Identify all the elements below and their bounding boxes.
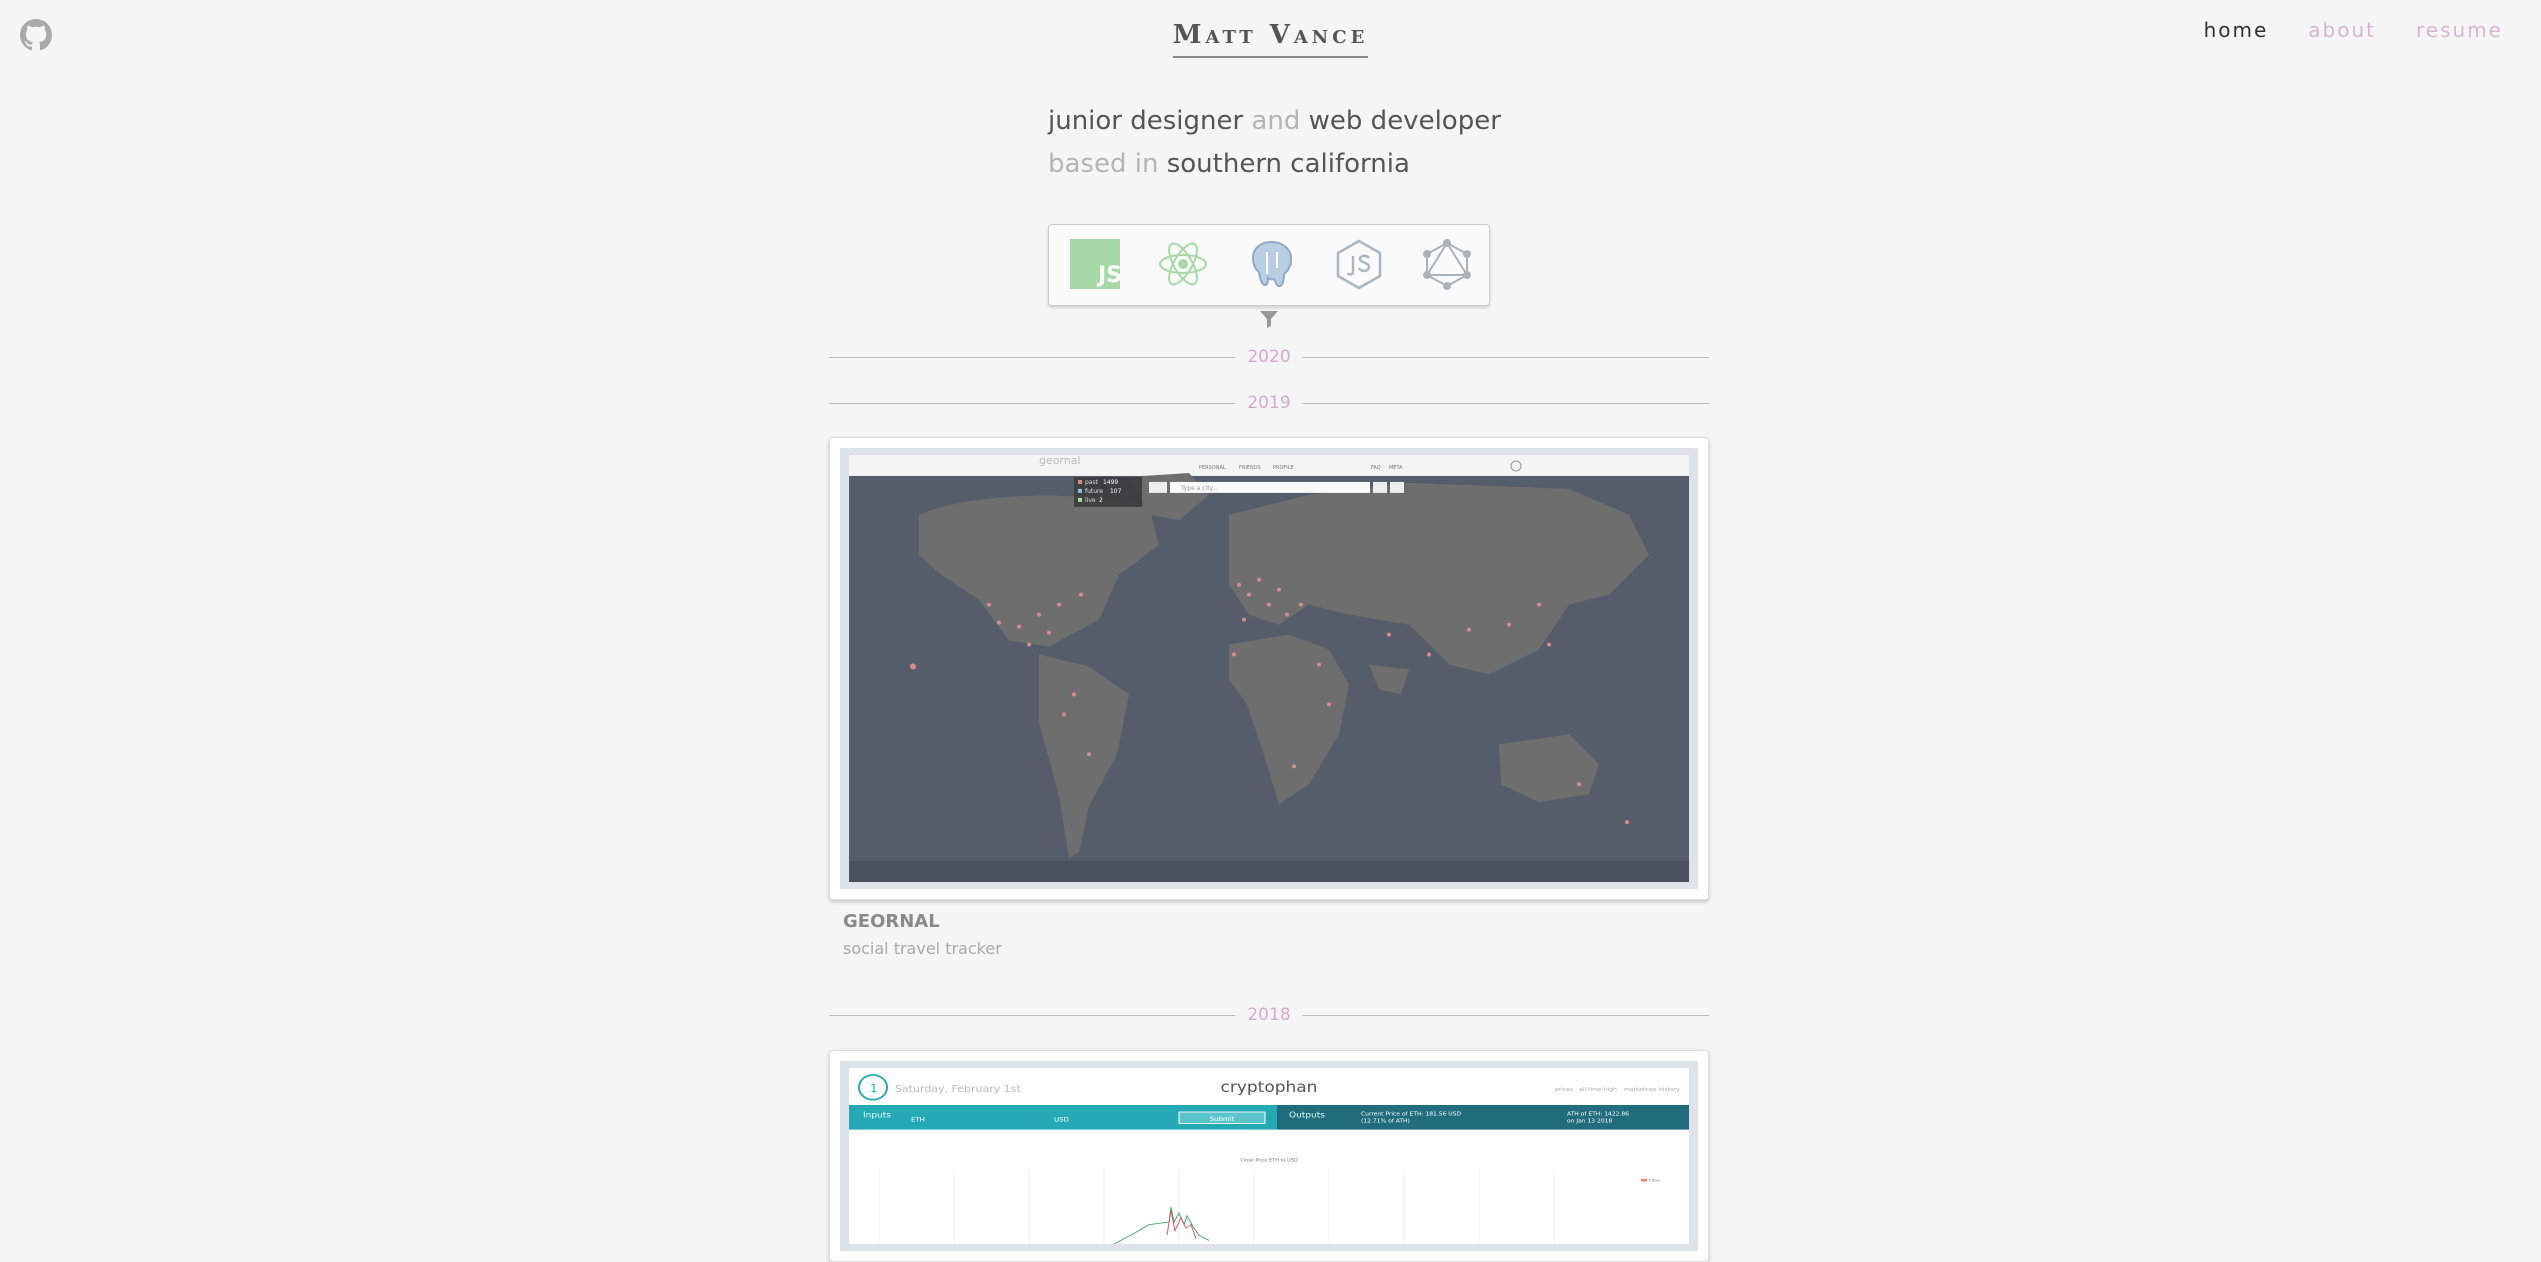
screenshot-ath: ATH of ETH: 1422.86 bbox=[1567, 1112, 1629, 1118]
svg-text:geornal: geornal bbox=[1039, 455, 1081, 467]
location-prefix: based in bbox=[1048, 149, 1159, 179]
project-screenshot-frame: 1 Saturday, February 1st cryptophan pric… bbox=[840, 1061, 1698, 1251]
screenshot-nav-meta: META bbox=[1389, 465, 1403, 471]
year-divider: 2019 bbox=[829, 391, 1709, 415]
nodejs-icon[interactable] bbox=[1333, 238, 1385, 290]
role-text: junior designer bbox=[1048, 106, 1244, 136]
legend-past-value: 1499 bbox=[1103, 479, 1118, 486]
project-subtitle: social travel tracker bbox=[843, 939, 1002, 958]
screenshot-outputs-label: Outputs bbox=[1289, 1110, 1325, 1119]
site-title: Matt Vance bbox=[0, 20, 2541, 58]
screenshot-link-prices: prices bbox=[1555, 1087, 1573, 1093]
screenshot-inputs-label: Inputs bbox=[863, 1110, 891, 1119]
legend-live-value: 2 bbox=[1099, 497, 1103, 504]
project-screenshot-frame: geornal PERSONAL FRIENDS PROFILE FAQ MET… bbox=[840, 448, 1698, 889]
year-label[interactable]: 2019 bbox=[1235, 391, 1303, 415]
screenshot-coin: ETH bbox=[911, 1116, 925, 1123]
project-card-geornal[interactable]: geornal PERSONAL FRIENDS PROFILE FAQ MET… bbox=[829, 437, 1709, 900]
legend-future-value: 107 bbox=[1110, 488, 1122, 495]
screenshot-link-marketcap: marketcap bbox=[1624, 1087, 1656, 1093]
joiner-text: and bbox=[1251, 106, 1301, 136]
javascript-icon[interactable]: JS bbox=[1069, 238, 1121, 290]
screenshot-nav-personal: PERSONAL bbox=[1199, 465, 1226, 471]
screenshot-currency: USD bbox=[1054, 1116, 1069, 1123]
intro-text: junior designer and web developer based … bbox=[1048, 100, 1501, 186]
screenshot-link-ath: all-time-high bbox=[1579, 1087, 1617, 1093]
legend-live-label: live bbox=[1085, 497, 1096, 504]
main-nav: home about resume bbox=[2204, 18, 2503, 42]
project-card-cryptophan[interactable]: 1 Saturday, February 1st cryptophan pric… bbox=[829, 1050, 1709, 1262]
tech-filter-bar: JS bbox=[1048, 224, 1490, 306]
screenshot-badge: 1 bbox=[870, 1082, 878, 1094]
screenshot-app-title: cryptophan bbox=[1221, 1078, 1318, 1096]
nav-about[interactable]: about bbox=[2308, 18, 2376, 42]
intro-line-2: based in southern california bbox=[1048, 143, 1501, 186]
screenshot-nav-friends: FRIENDS bbox=[1239, 465, 1261, 471]
graphql-icon[interactable] bbox=[1421, 238, 1473, 290]
role2-text: web developer bbox=[1308, 106, 1501, 136]
project-title[interactable]: GEORNAL bbox=[843, 911, 940, 932]
screenshot-date: Saturday, February 1st bbox=[895, 1083, 1021, 1094]
nav-home[interactable]: home bbox=[2204, 18, 2269, 42]
screenshot-chart-title: Close Price ETH to USD bbox=[1240, 1158, 1298, 1164]
screenshot-current-price: Current Price of ETH: 181.56 USD bbox=[1361, 1112, 1462, 1118]
year-label[interactable]: 2020 bbox=[1235, 345, 1303, 369]
location-text: southern california bbox=[1166, 149, 1410, 179]
year-divider: 2018 bbox=[829, 1003, 1709, 1027]
screenshot-current-pct: (12.71% of ATH) bbox=[1361, 1119, 1410, 1125]
screenshot-search-placeholder: Type a city... bbox=[1180, 485, 1218, 492]
screenshot-nav-profile: PROFILE bbox=[1273, 465, 1294, 471]
year-divider: 2020 bbox=[829, 345, 1709, 369]
nav-resume[interactable]: resume bbox=[2416, 18, 2503, 42]
project-screenshot: geornal PERSONAL FRIENDS PROFILE FAQ MET… bbox=[849, 455, 1689, 882]
react-icon[interactable] bbox=[1157, 238, 1209, 290]
postgresql-icon[interactable] bbox=[1245, 238, 1297, 290]
year-label[interactable]: 2018 bbox=[1235, 1003, 1303, 1027]
filter-icon[interactable] bbox=[1259, 309, 1279, 329]
brand-name[interactable]: Matt Vance bbox=[1172, 20, 1369, 58]
screenshot-ath-date: on Jan 13 2018 bbox=[1567, 1119, 1613, 1125]
intro-line-1: junior designer and web developer bbox=[1048, 100, 1501, 143]
screenshot-nav-faq: FAQ bbox=[1371, 465, 1381, 471]
legend-future-label: future bbox=[1085, 488, 1103, 495]
svg-text:JS: JS bbox=[1096, 263, 1121, 288]
screenshot-link-history: history bbox=[1659, 1087, 1680, 1093]
legend-past-label: past bbox=[1085, 479, 1099, 486]
screenshot-submit: Submit bbox=[1210, 1115, 1235, 1122]
project-screenshot: 1 Saturday, February 1st cryptophan pric… bbox=[849, 1068, 1689, 1244]
screenshot-chart-legend: Close bbox=[1649, 1179, 1661, 1183]
